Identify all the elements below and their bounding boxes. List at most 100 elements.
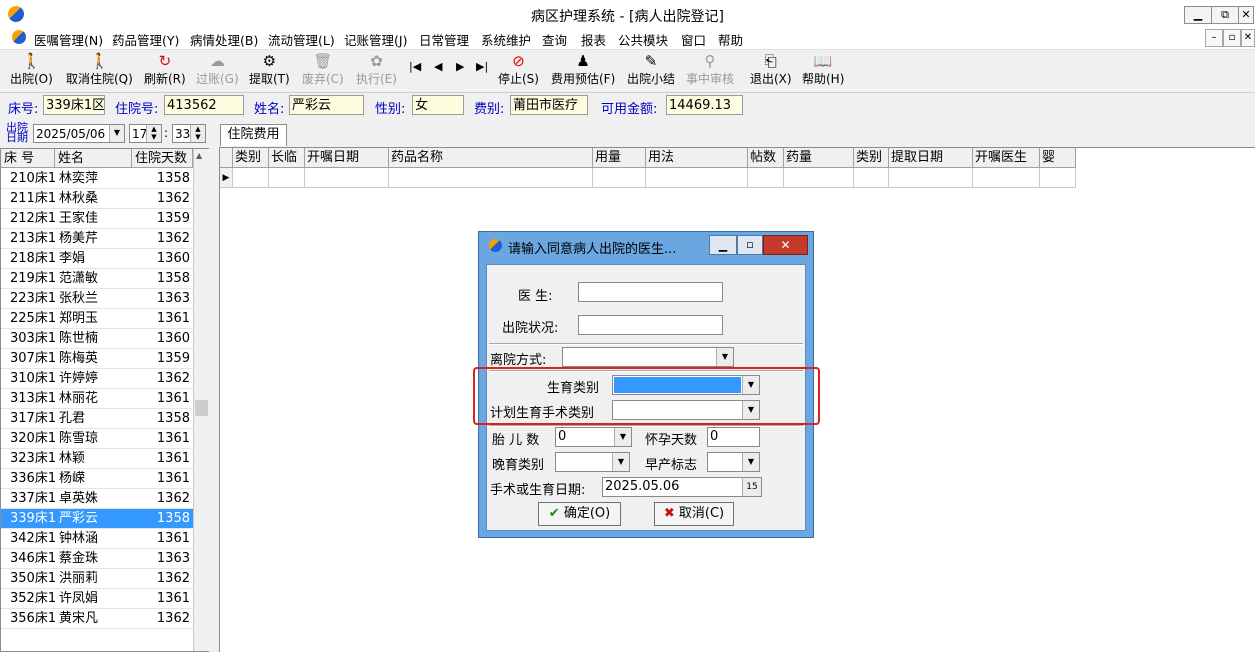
column-header[interactable]: 提取日期 <box>889 148 973 168</box>
mdi-minimize-button[interactable]: – <box>1205 29 1223 47</box>
column-header[interactable]: 用量 <box>593 148 646 168</box>
column-header[interactable]: 帖数 <box>748 148 784 168</box>
grid-cell[interactable] <box>389 168 593 188</box>
grid-cell[interactable] <box>748 168 784 188</box>
grid-cell[interactable] <box>889 168 973 188</box>
grid-cell[interactable] <box>269 168 305 188</box>
mid-audit-button[interactable]: ⚲ 事中审核 <box>686 52 734 87</box>
tab-inpatient-fees[interactable]: 住院费用 <box>220 124 287 146</box>
discharge-button[interactable]: 🚶 出院(O) <box>10 52 53 87</box>
spinner-arrows-icon[interactable]: ▲ ▼ <box>146 125 161 142</box>
minimize-button[interactable]: ▁ <box>1184 6 1212 24</box>
menu-item-order[interactable]: 医嘱管理(N) <box>34 30 103 49</box>
list-item[interactable]: 323床1 林颖 1361 <box>1 449 193 469</box>
list-item[interactable]: 352床1 许凤娟 1361 <box>1 589 193 609</box>
ok-button[interactable]: ✔ 确定(O) <box>538 502 621 526</box>
list-item[interactable]: 210床1 林奕萍 1358 <box>1 169 193 189</box>
discard-button[interactable]: 🗑 废弃(C) <box>302 52 344 87</box>
stop-button[interactable]: ⊘ 停止(S) <box>498 52 539 87</box>
fee-estimate-button[interactable]: ♟ 费用预估(F) <box>551 52 615 87</box>
grid-cell[interactable] <box>593 168 646 188</box>
nav-next-button[interactable]: ▶ <box>456 60 464 73</box>
menu-item-drug[interactable]: 药品管理(Y) <box>112 30 179 49</box>
menu-item-billing[interactable]: 记账管理(J) <box>344 30 407 49</box>
list-item[interactable]: 219床1 范潇敏 1358 <box>1 269 193 289</box>
column-header[interactable]: 类别 <box>854 148 889 168</box>
dialog-minimize-button[interactable]: ▁ <box>709 235 737 255</box>
pregnancy-days-field[interactable]: 0 <box>707 427 760 447</box>
chevron-down-icon[interactable]: ▼ <box>742 453 759 471</box>
doctor-field[interactable] <box>578 282 723 302</box>
close-button[interactable]: ✕ <box>1238 6 1254 24</box>
exit-button[interactable]: ⎗ 退出(X) <box>750 52 792 87</box>
procedure-date-field[interactable]: 2025.05.06 15 <box>602 477 762 497</box>
column-header-name[interactable]: 姓名 <box>55 149 132 168</box>
list-item[interactable]: 218床1 李娟 1360 <box>1 249 193 269</box>
fetch-button[interactable]: ⚙ 提取(T) <box>249 52 290 87</box>
list-item[interactable]: 337床1 卓英姝 1362 <box>1 489 193 509</box>
late-birth-select[interactable]: ▼ <box>555 452 630 472</box>
dialog-title-bar[interactable]: 请输入同意病人出院的医生... ▁ ▫ ✕ <box>479 232 813 260</box>
calendar-icon[interactable]: 15 <box>742 478 761 496</box>
grid-cell[interactable] <box>233 168 269 188</box>
dialog-maximize-button[interactable]: ▫ <box>737 235 763 255</box>
list-item[interactable]: 211床1 林秋桑 1362 <box>1 189 193 209</box>
name-field[interactable]: 严彩云 <box>289 95 364 115</box>
menu-item-flow[interactable]: 流动管理(L) <box>268 30 335 49</box>
spinner-arrows-icon[interactable]: ▲ ▼ <box>190 125 205 142</box>
admission-no-field[interactable]: 413562 <box>164 95 244 115</box>
chevron-down-icon[interactable]: ▼ <box>612 453 629 471</box>
list-item[interactable]: 336床1 杨嵘 1361 <box>1 469 193 489</box>
discharge-date-picker[interactable]: 2025/05/06 ▼ <box>33 124 125 143</box>
menu-item-report[interactable]: 报表 <box>581 30 606 49</box>
restore-button[interactable]: ⧉ <box>1211 6 1239 24</box>
list-item[interactable]: 213床1 杨美芹 1362 <box>1 229 193 249</box>
column-header[interactable]: 类别 <box>233 148 269 168</box>
grid-cell[interactable] <box>305 168 389 188</box>
refresh-button[interactable]: ↻ 刷新(R) <box>144 52 186 87</box>
menu-item-daily[interactable]: 日常管理 <box>419 30 469 49</box>
discharge-status-field[interactable] <box>578 315 723 335</box>
scrollbar-thumb[interactable] <box>195 400 208 416</box>
menu-item-system[interactable]: 系统维护 <box>481 30 531 49</box>
nav-first-button[interactable]: |◀ <box>409 60 421 73</box>
mdi-app-icon[interactable] <box>12 30 26 44</box>
column-header-days[interactable]: 住院天数 <box>132 149 193 168</box>
menu-item-help[interactable]: 帮助 <box>718 30 743 49</box>
list-item[interactable]: 320床1 陈雪琼 1361 <box>1 429 193 449</box>
list-item[interactable]: 303床1 陈世楠 1360 <box>1 329 193 349</box>
fetus-count-select[interactable]: 0 ▼ <box>555 427 632 447</box>
list-item[interactable]: 342床1 钟林涵 1361 <box>1 529 193 549</box>
column-header[interactable]: 用法 <box>646 148 748 168</box>
list-item[interactable]: 307床1 陈梅英 1359 <box>1 349 193 369</box>
grid-cell[interactable] <box>784 168 854 188</box>
column-header[interactable]: 药品名称 <box>389 148 593 168</box>
list-item[interactable]: 317床1 孔君 1358 <box>1 409 193 429</box>
mdi-restore-button[interactable]: ▫ <box>1223 29 1241 47</box>
list-item[interactable]: 350床1 洪丽莉 1362 <box>1 569 193 589</box>
execute-button[interactable]: ✿ 执行(E) <box>356 52 397 87</box>
list-item[interactable]: 212床1 王家佳 1359 <box>1 209 193 229</box>
list-item[interactable]: 223床1 张秋兰 1363 <box>1 289 193 309</box>
patient-list-scrollbar[interactable]: ▲ <box>193 149 209 651</box>
menu-item-condition[interactable]: 病情处理(B) <box>190 30 258 49</box>
menu-item-public[interactable]: 公共模块 <box>618 30 668 49</box>
column-header[interactable]: 长临 <box>269 148 305 168</box>
leave-mode-select[interactable]: ▼ <box>562 347 734 367</box>
column-header[interactable]: 开嘱日期 <box>305 148 389 168</box>
menu-item-window[interactable]: 窗口 <box>681 30 706 49</box>
post-button[interactable]: ☁ 过账(G) <box>196 52 239 87</box>
premature-select[interactable]: ▼ <box>707 452 760 472</box>
gender-field[interactable]: 女 <box>412 95 464 115</box>
column-header[interactable]: 药量 <box>784 148 854 168</box>
list-item[interactable]: 346床1 蔡金珠 1363 <box>1 549 193 569</box>
list-item[interactable]: 313床1 林丽花 1361 <box>1 389 193 409</box>
dialog-close-button[interactable]: ✕ <box>763 235 808 255</box>
menu-item-query[interactable]: 查询 <box>542 30 567 49</box>
column-header[interactable]: 婴 <box>1040 148 1076 168</box>
grid-cell[interactable] <box>1040 168 1076 188</box>
grid-cell[interactable] <box>854 168 889 188</box>
list-item[interactable]: 310床1 许婷婷 1362 <box>1 369 193 389</box>
chevron-down-icon[interactable]: ▼ <box>716 348 733 366</box>
grid-cell[interactable] <box>646 168 748 188</box>
